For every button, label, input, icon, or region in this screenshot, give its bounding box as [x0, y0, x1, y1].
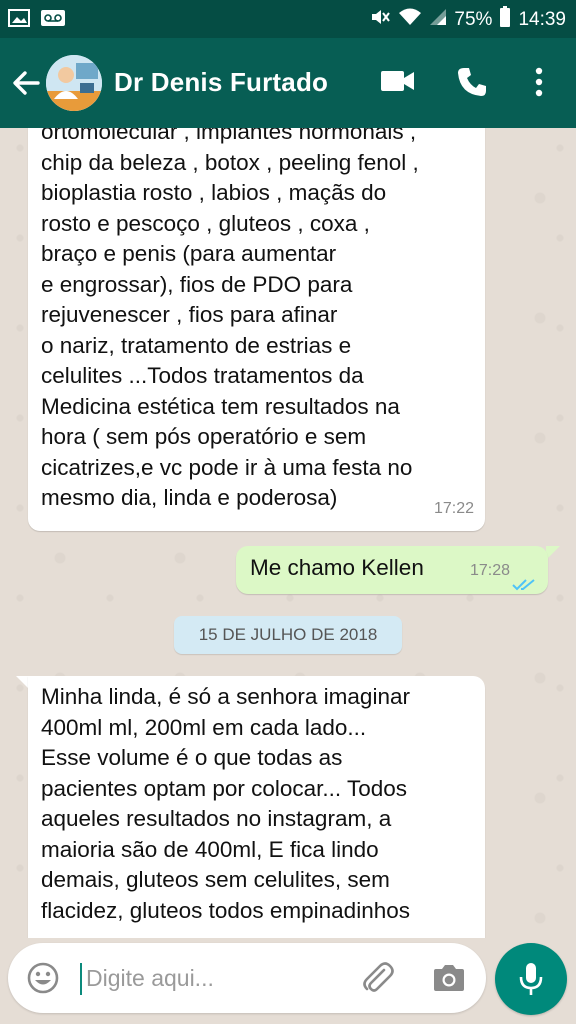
message-input[interactable]: Digite aqui...: [86, 965, 214, 992]
text-cursor: [80, 963, 82, 995]
message-time: 17:22: [433, 499, 474, 517]
mic-icon: [519, 963, 543, 995]
signal-icon: [429, 7, 447, 33]
contact-name[interactable]: Dr Denis Furtado: [114, 67, 328, 98]
back-arrow-icon[interactable]: [10, 63, 42, 103]
phone-icon[interactable]: [456, 66, 488, 103]
status-bar: 75% 14:39: [0, 0, 576, 38]
message-time: 17:28: [469, 561, 510, 579]
voicemail-icon: [40, 8, 66, 34]
incoming-message[interactable]: ortomolecular , implantes hormonais , ch…: [28, 128, 485, 531]
wifi-icon: [398, 7, 422, 33]
message-composer[interactable]: Digite aqui...: [8, 943, 486, 1013]
bubble-tail: [546, 546, 560, 560]
incoming-message[interactable]: Minha linda, é só a senhora imaginar 400…: [28, 676, 485, 938]
message-text: Me chamo Kellen: [250, 555, 424, 580]
chat-header: Dr Denis Furtado: [0, 38, 576, 128]
status-right: 75% 14:39: [369, 6, 566, 34]
date-separator: 15 DE JULHO DE 2018: [174, 616, 402, 654]
chat-area[interactable]: ortomolecular , implantes hormonais , ch…: [0, 128, 576, 938]
message-text: ortomolecular , implantes hormonais , ch…: [41, 128, 419, 510]
avatar[interactable]: [46, 55, 102, 111]
battery-percent: 75%: [454, 9, 493, 30]
camera-icon[interactable]: [432, 962, 466, 999]
message-text: Minha linda, é só a senhora imaginar 400…: [41, 684, 410, 923]
emoji-icon[interactable]: [26, 961, 60, 1000]
video-call-icon[interactable]: [380, 68, 416, 99]
menu-dots-icon[interactable]: [534, 66, 544, 103]
clock: 14:39: [518, 9, 566, 30]
battery-icon: [499, 6, 511, 34]
image-icon: [8, 8, 30, 34]
outgoing-message[interactable]: Me chamo Kellen 17:28: [236, 546, 548, 594]
attach-icon[interactable]: [360, 961, 396, 1002]
mic-button[interactable]: [495, 943, 567, 1015]
read-ticks-icon: [512, 570, 538, 591]
mute-icon: [369, 6, 391, 34]
status-left-icons: [8, 8, 66, 34]
